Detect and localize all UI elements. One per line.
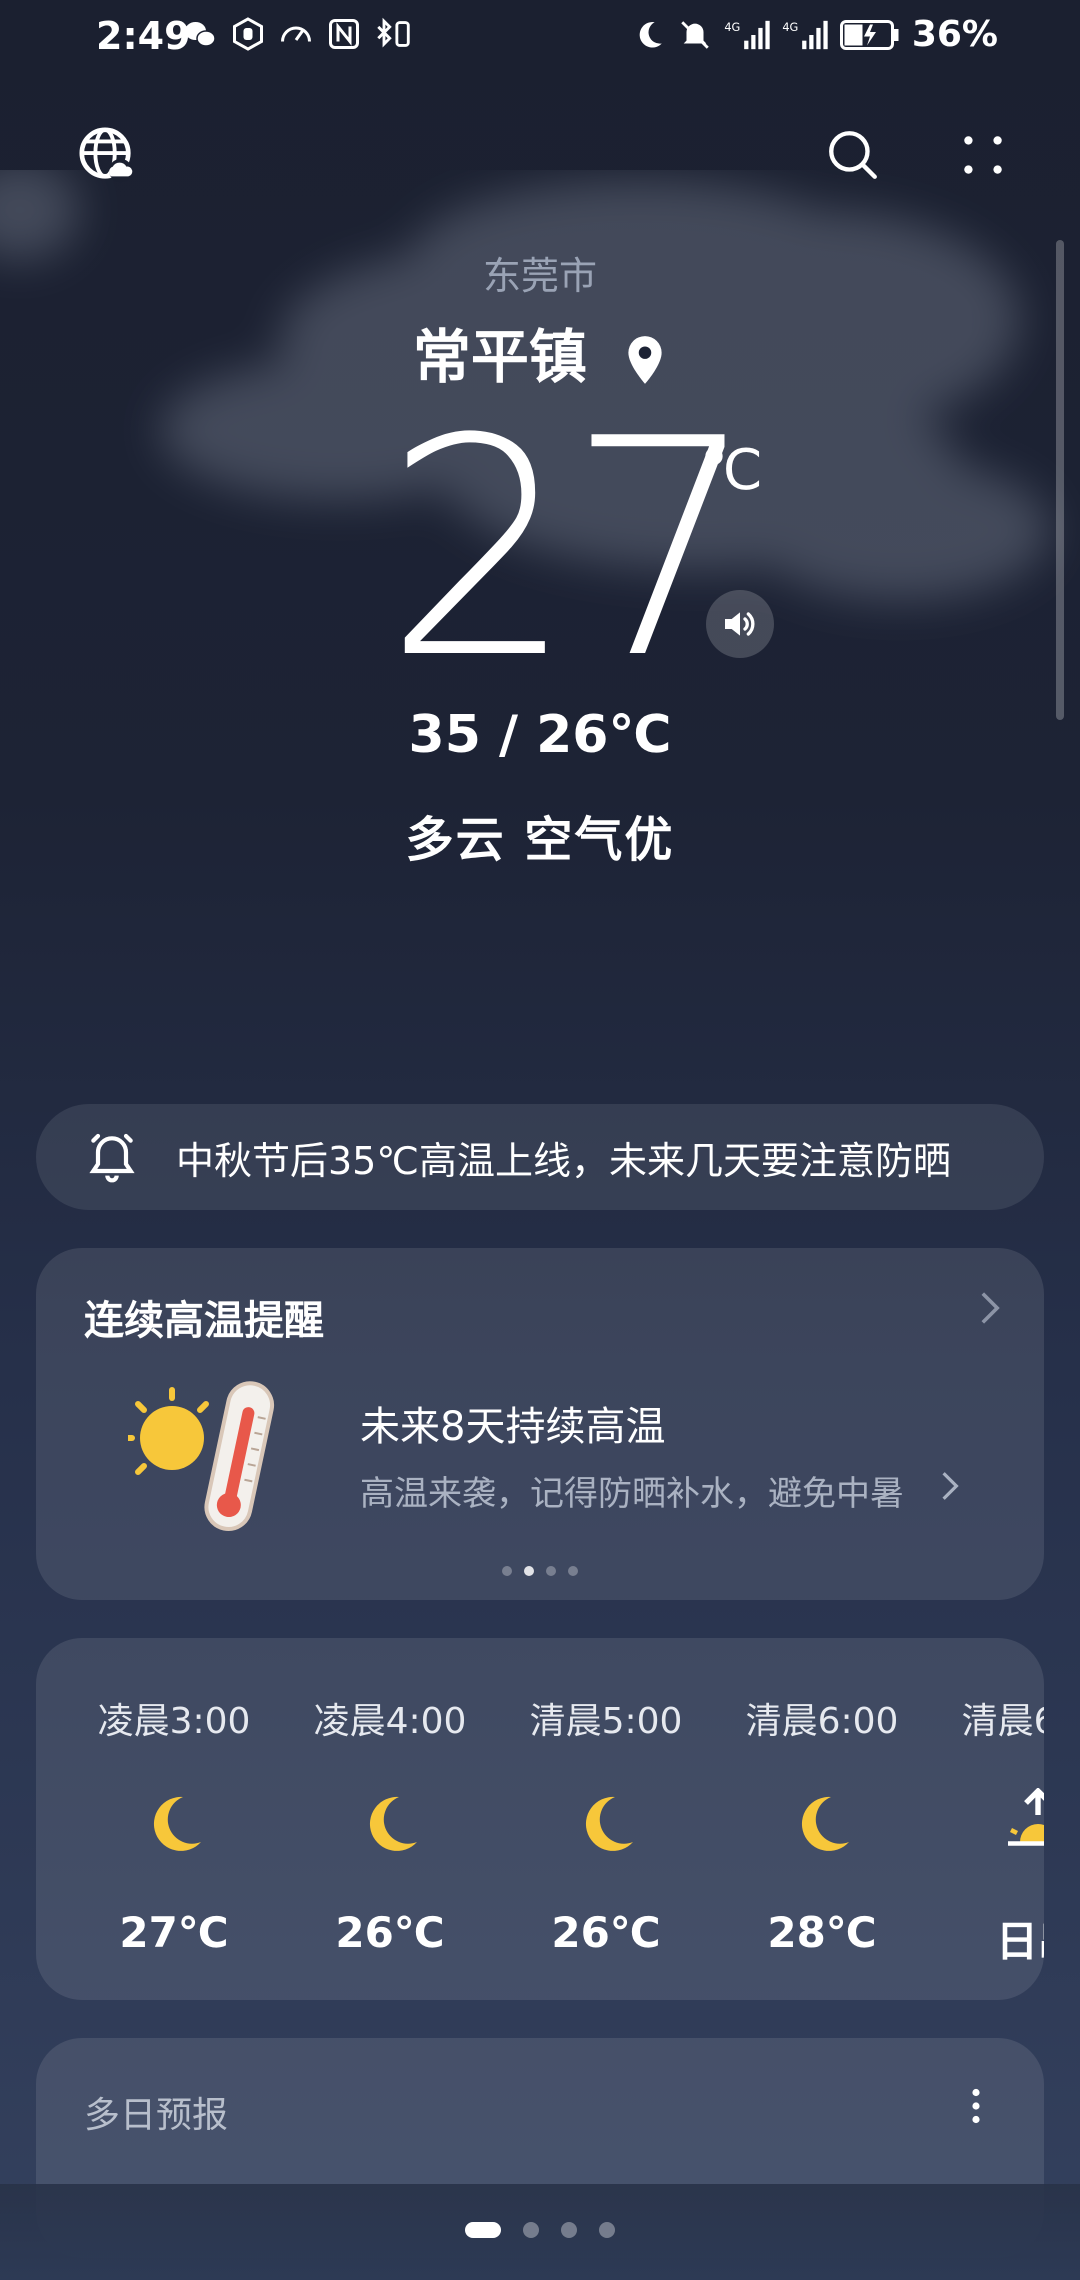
- moon-icon: [153, 1796, 201, 1851]
- hour-temp: 26℃: [335, 1908, 445, 1957]
- search-icon: [829, 131, 877, 179]
- svg-text:4G: 4G: [724, 19, 740, 33]
- city-manage-button[interactable]: [72, 120, 142, 190]
- voice-broadcast-button[interactable]: [706, 590, 774, 658]
- chevron-right-icon: [981, 1292, 1000, 1324]
- hour-temp: 日出: [995, 1917, 1044, 1966]
- wechat-icon: [185, 22, 216, 47]
- hour-time: 凌晨3:00: [97, 1701, 251, 1742]
- mute-icon: [681, 20, 709, 49]
- city-name: 东莞市: [482, 254, 597, 298]
- hourly-item[interactable]: 清晨6:13 日出: [930, 1692, 1044, 1969]
- carousel-dot: [568, 1566, 578, 1576]
- multi-day-title: 多日预报: [84, 2095, 229, 2136]
- hour-time: 清晨5:00: [529, 1701, 683, 1742]
- battery-percentage: 36%: [911, 14, 998, 55]
- carousel-indicator: [36, 1566, 1044, 1576]
- moon-icon: [801, 1796, 849, 1851]
- hour-temp: 28℃: [767, 1908, 877, 1957]
- hourly-item[interactable]: 清晨6:00 28℃: [714, 1692, 930, 1957]
- battery-charging-icon: [839, 19, 899, 50]
- hour-time: 清晨6:13: [961, 1701, 1044, 1742]
- hour-temp: 27℃: [119, 1908, 229, 1957]
- weather-notice[interactable]: 中秋节后35℃高温上线，未来几天要注意防晒: [36, 1104, 1044, 1210]
- page-dot-active[interactable]: [465, 2222, 501, 2238]
- globe-cloud-icon: [79, 127, 133, 183]
- hourly-item[interactable]: 清晨5:00 26℃: [498, 1692, 714, 1957]
- nfc-icon: [329, 19, 359, 49]
- weather-condition: 多云 空气优: [405, 812, 675, 868]
- speed-icon: [281, 26, 311, 42]
- hourly-item[interactable]: 凌晨4:00 26℃: [282, 1692, 498, 1957]
- heat-alert-card[interactable]: 连续高温提醒 未来8天持续高温 高温来袭，记得防晒补水，避免中暑: [36, 1248, 1044, 1600]
- page-dot[interactable]: [523, 2222, 539, 2238]
- hourly-item[interactable]: 凌晨3:00 27℃: [66, 1692, 282, 1957]
- status-right: 4G 4G 36%: [632, 14, 998, 55]
- current-temperature: 27: [384, 375, 758, 724]
- hourly-forecast-card[interactable]: 凌晨3:00 27℃ 凌晨4:00 26℃ 清晨5:00 26℃ 清晨6:00 …: [36, 1638, 1044, 2000]
- status-time: 2:49: [96, 14, 191, 58]
- signal-4g-icon: 4G: [724, 19, 770, 49]
- carousel-dot: [546, 1566, 556, 1576]
- status-left-icons: [182, 16, 414, 52]
- more-vertical-icon[interactable]: [970, 2088, 982, 2124]
- card-title: 连续高温提醒: [84, 1298, 324, 1344]
- hour-time: 清晨6:00: [745, 1701, 899, 1742]
- hour-temp: 26℃: [551, 1908, 661, 1957]
- more-menu-button[interactable]: [948, 120, 1018, 190]
- svg-text:4G: 4G: [782, 19, 798, 33]
- temperature-unit: ℃: [700, 438, 763, 503]
- hour-time: 凌晨4:00: [313, 1701, 467, 1742]
- chevron-right-icon: [942, 1472, 959, 1500]
- speaker-icon: [725, 612, 755, 636]
- page-indicator[interactable]: [0, 2222, 1080, 2238]
- carousel-dot: [502, 1566, 512, 1576]
- alert-subtitle: 高温来袭，记得防晒补水，避免中暑: [360, 1474, 904, 1514]
- search-button[interactable]: [818, 120, 888, 190]
- moon-icon: [639, 21, 662, 48]
- bluetooth-vibrate-icon: [377, 17, 410, 48]
- page-dot[interactable]: [561, 2222, 577, 2238]
- alarm-bell-icon: [89, 1133, 135, 1183]
- temperature-range: 35 / 26℃: [408, 705, 672, 765]
- sunrise-icon: [1008, 1788, 1044, 1846]
- page-dot[interactable]: [599, 2222, 615, 2238]
- hand-icon: [233, 17, 263, 51]
- thermometer-sun-icon: [128, 1381, 275, 1531]
- signal-4g-icon: 4G: [782, 19, 828, 49]
- grid-dots-icon: [964, 136, 1002, 174]
- status-bar: 2:49 4G 4G 36%: [0, 0, 1080, 80]
- carousel-dot-active: [524, 1566, 534, 1576]
- scrollbar[interactable]: [1056, 240, 1064, 720]
- moon-icon: [585, 1796, 633, 1851]
- notice-text: 中秋节后35℃高温上线，未来几天要注意防晒: [176, 1138, 952, 1183]
- alert-headline: 未来8天持续高温: [360, 1404, 666, 1450]
- moon-icon: [369, 1796, 417, 1851]
